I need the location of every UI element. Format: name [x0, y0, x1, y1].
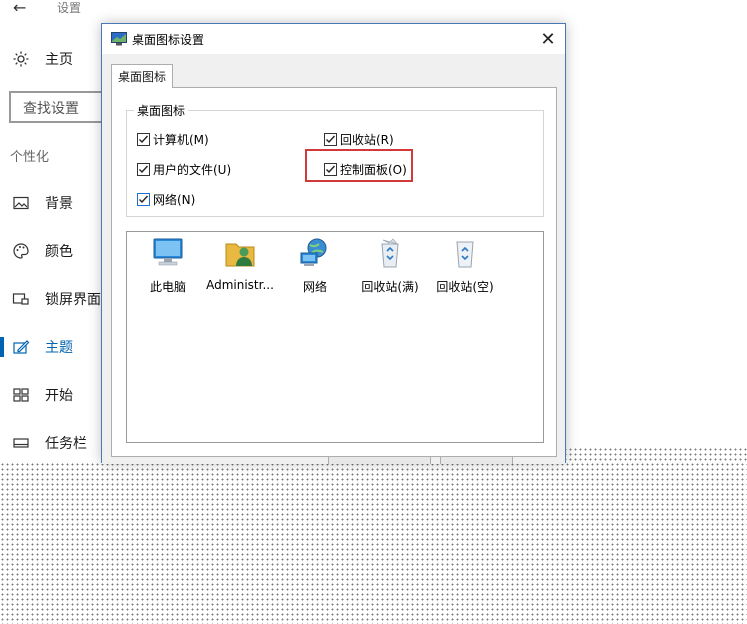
highlight-annotation	[305, 149, 413, 182]
checkbox-box[interactable]	[324, 133, 337, 146]
dialog-title: 桌面图标设置	[132, 33, 205, 47]
dialog-body: 桌面图标 桌面图标 计算机(M) 回收站(R) 用户的文件(U) 控制面板(O)…	[102, 54, 565, 464]
checkbox-computer[interactable]: 计算机(M)	[137, 131, 209, 148]
back-arrow-icon[interactable]: ←	[13, 0, 26, 17]
icon-item-network[interactable]: 网络	[277, 236, 353, 295]
network-icon	[300, 238, 327, 266]
palette-icon	[13, 243, 29, 259]
checkmark-icon	[139, 135, 149, 144]
checkbox-recycle-bin[interactable]: 回收站(R)	[324, 131, 394, 148]
desktop-settings-icon	[111, 32, 127, 46]
desktop-icon-list[interactable]: 此电脑 Administr... 网络 回收站(满) 回收站(空)	[126, 231, 544, 443]
nav-item-themes[interactable]: 主题	[0, 331, 102, 363]
lock-screen-icon	[12, 293, 29, 305]
theme-icon	[13, 340, 30, 354]
taskbar-icon	[13, 438, 29, 448]
checkmark-icon	[139, 165, 149, 174]
nav-label-colors: 颜色	[45, 244, 73, 260]
recycle-bin-full-icon	[381, 238, 399, 268]
nav-label-taskbar: 任务栏	[45, 436, 87, 452]
checkbox-label: 网络(N)	[153, 193, 196, 207]
group-label: 桌面图标	[134, 102, 189, 119]
search-placeholder: 查找设置	[23, 101, 79, 117]
checkmark-icon	[139, 195, 149, 204]
nav-label-lock-screen: 锁屏界面	[45, 292, 101, 308]
nav-item-home[interactable]: 主页	[0, 43, 102, 75]
icon-caption: 回收站(满)	[361, 280, 419, 294]
close-button[interactable]: ✕	[535, 27, 561, 51]
nav-item-background[interactable]: 背景	[0, 187, 102, 219]
computer-icon	[153, 238, 183, 266]
checkbox-box[interactable]	[137, 193, 150, 206]
nav-item-taskbar[interactable]: 任务栏	[0, 427, 102, 459]
dotted-backdrop	[0, 462, 747, 624]
ok-button[interactable]	[328, 456, 431, 464]
settings-search-input[interactable]: 查找设置	[9, 91, 109, 123]
checkbox-label: 计算机(M)	[153, 133, 209, 147]
dialog-titlebar[interactable]: 桌面图标设置 ✕	[102, 24, 565, 54]
checkmark-icon	[326, 135, 336, 144]
checkbox-label: 回收站(R)	[340, 133, 394, 147]
tab-panel: 桌面图标 计算机(M) 回收站(R) 用户的文件(U) 控制面板(O) 网络(N…	[111, 87, 557, 457]
section-label-personalization: 个性化	[10, 150, 50, 165]
nav-item-colors[interactable]: 颜色	[0, 235, 102, 267]
icon-caption: Administr...	[206, 278, 274, 292]
icon-item-user-files[interactable]: Administr...	[202, 236, 278, 292]
settings-header: ← 设置	[0, 0, 100, 17]
nav-label-themes: 主题	[45, 340, 73, 356]
icon-item-this-pc[interactable]: 此电脑	[130, 236, 206, 295]
icon-item-recycle-bin-empty[interactable]: 回收站(空)	[427, 236, 503, 295]
settings-title: 设置	[57, 1, 82, 15]
checkbox-box[interactable]	[137, 133, 150, 146]
cancel-button[interactable]	[440, 456, 513, 464]
checkbox-box[interactable]	[137, 163, 150, 176]
nav-item-lock-screen[interactable]: 锁屏界面	[0, 283, 102, 315]
nav-label-background: 背景	[45, 196, 73, 212]
close-icon: ✕	[540, 28, 556, 50]
checkbox-user-files[interactable]: 用户的文件(U)	[137, 161, 231, 178]
icon-caption: 网络	[302, 280, 327, 294]
icon-caption: 此电脑	[149, 280, 186, 294]
icon-caption: 回收站(空)	[436, 280, 494, 294]
nav-label-home: 主页	[45, 52, 73, 68]
active-indicator	[0, 337, 4, 357]
nav-label-start: 开始	[45, 388, 73, 404]
tab-desktop-icons[interactable]: 桌面图标	[111, 64, 173, 88]
nav-item-start[interactable]: 开始	[0, 379, 102, 411]
image-icon	[13, 196, 29, 210]
desktop-icon-settings-dialog: 桌面图标设置 ✕ 桌面图标 桌面图标 计算机(M) 回收站(R) 用户的文件(U…	[101, 23, 566, 464]
checkbox-network[interactable]: 网络(N)	[137, 191, 195, 208]
user-folder-icon	[225, 243, 255, 267]
icon-item-recycle-bin-full[interactable]: 回收站(满)	[352, 236, 428, 295]
recycle-bin-empty-icon	[456, 241, 474, 268]
checkbox-label: 用户的文件(U)	[153, 163, 232, 177]
start-icon	[13, 388, 29, 402]
gear-icon	[13, 51, 29, 67]
